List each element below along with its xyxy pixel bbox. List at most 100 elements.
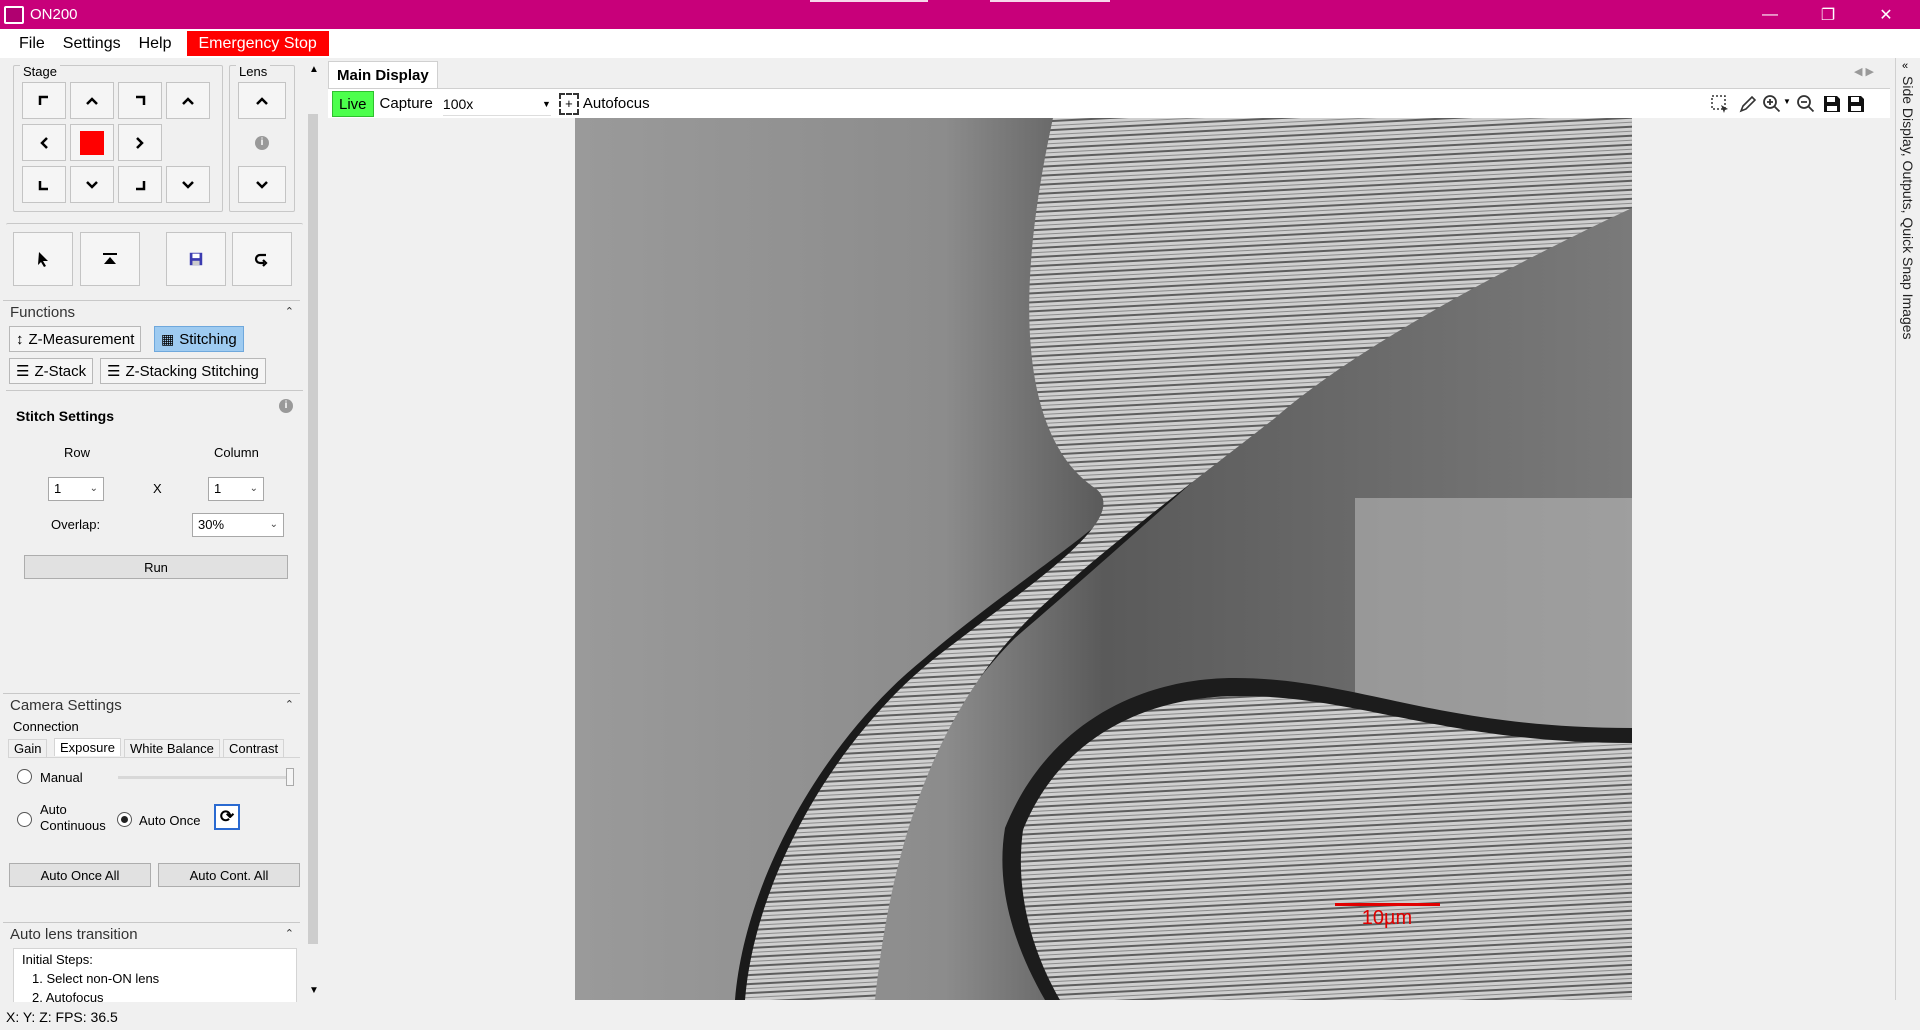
camera-settings-header[interactable]: Camera Settings ⌃ (3, 693, 300, 717)
pencil-icon[interactable] (1738, 94, 1758, 114)
z-measurement-button[interactable]: ↕ Z-Measurement (9, 326, 142, 352)
lens-up-button[interactable] (238, 82, 286, 119)
dropdown-arrow-icon[interactable]: ▼ (1783, 97, 1791, 106)
tab-scroll-arrows-icon[interactable]: ◀ ▶ (1854, 65, 1874, 78)
column-label: Column (214, 445, 259, 460)
row-select[interactable]: 1 ⌄ (48, 477, 104, 501)
overlap-label: Overlap: (51, 517, 101, 532)
chevron-down-icon (86, 180, 98, 189)
scale-bar-line (1335, 903, 1440, 906)
side-display-panel[interactable]: « Side Display, Outputs, Quick Snap Imag… (1895, 58, 1917, 1000)
stage-up-left-button[interactable] (22, 82, 66, 119)
zoom-out-icon[interactable] (1796, 94, 1816, 114)
step-item: 1. Select non-ON lens (32, 971, 160, 986)
return-button[interactable] (232, 232, 292, 286)
stage-down-button[interactable] (70, 166, 114, 203)
tab-white-balance[interactable]: White Balance (124, 739, 220, 757)
restore-button[interactable]: ❐ (1800, 0, 1856, 29)
move-to-top-button[interactable] (80, 232, 140, 286)
stage-down-right-button[interactable] (118, 166, 162, 203)
magnification-select[interactable]: 100x ▼ (442, 92, 551, 116)
lens-label: Lens (236, 64, 271, 79)
tab-main-display[interactable]: Main Display (328, 61, 438, 88)
side-display-label[interactable]: Side Display, Outputs, Quick Snap Images (1898, 76, 1916, 340)
zoom-in-icon[interactable] (1762, 94, 1782, 114)
manual-radio[interactable] (17, 769, 32, 784)
z-measurement-label: Z-Measurement (28, 330, 135, 348)
minimize-button[interactable]: — (1742, 0, 1798, 29)
select-tool-button[interactable] (13, 232, 73, 286)
return-arrow-icon (254, 253, 268, 267)
tab-contrast[interactable]: Contrast (223, 739, 285, 757)
collapse-icon: ⌃ (284, 306, 294, 318)
initial-steps-label: Initial Steps: (22, 952, 93, 967)
stage-right-button[interactable] (118, 124, 162, 161)
title-bar: ON200 — ❐ ✕ (0, 0, 1920, 29)
select-region-icon[interactable] (1710, 94, 1730, 114)
status-bar: X: Y: Z: FPS: 36.5 (0, 1004, 1920, 1030)
run-button[interactable]: Run (24, 555, 288, 579)
chevron-left-icon (40, 136, 48, 149)
exposure-slider-handle[interactable] (286, 768, 294, 786)
auto-once-radio[interactable] (117, 812, 132, 827)
save-icon[interactable] (1822, 94, 1842, 114)
chevron-down-icon (182, 180, 194, 189)
capture-button[interactable]: Capture (380, 95, 433, 112)
chevron-down-icon: ⌄ (89, 483, 98, 494)
stage-up-button[interactable] (70, 82, 114, 119)
stage-z-down-button[interactable] (166, 166, 210, 203)
exposure-slider[interactable] (118, 776, 294, 779)
close-button[interactable]: ✕ (1858, 0, 1914, 29)
tab-connection[interactable]: Connection (8, 718, 84, 735)
tab-exposure[interactable]: Exposure (54, 738, 121, 756)
stage-z-up-button[interactable] (166, 82, 210, 119)
specimen-view: 10µm (575, 118, 1632, 1000)
stage-stop-button[interactable] (70, 124, 114, 161)
scroll-down-icon[interactable]: ▼ (309, 985, 319, 996)
emergency-stop-button[interactable]: Emergency Stop (186, 31, 329, 56)
auto-once-all-button[interactable]: Auto Once All (9, 863, 151, 887)
stage-up-right-button[interactable] (118, 82, 162, 119)
lens-down-button[interactable] (238, 166, 286, 203)
panel-scrollbar[interactable]: ▲ ▼ (305, 60, 321, 1002)
chevron-up-icon (182, 96, 194, 105)
auto-continuous-label-line1: Auto (40, 802, 67, 817)
info-icon[interactable]: i (279, 399, 293, 413)
stop-icon (80, 130, 104, 155)
row-label: Row (64, 445, 91, 460)
auto-lens-header[interactable]: Auto lens transition ⌃ (3, 922, 300, 946)
display-toolbar: Live Capture 100x ▼ + Autofocus ▼ (328, 88, 1890, 118)
expand-left-icon[interactable]: « (1902, 60, 1908, 72)
vertical-arrows-icon: ↕ (16, 330, 24, 348)
z-stack-button[interactable]: ☰ Z-Stack (9, 358, 94, 384)
column-select[interactable]: 1 ⌄ (208, 477, 264, 501)
live-button[interactable]: Live (332, 90, 374, 117)
overlap-select[interactable]: 30% ⌄ (192, 513, 284, 537)
scroll-up-icon[interactable]: ▲ (309, 64, 319, 75)
autofocus-icon[interactable]: + (558, 92, 579, 115)
auto-cont-all-button[interactable]: Auto Cont. All (158, 863, 300, 887)
stage-down-left-button[interactable] (22, 166, 66, 203)
menu-file[interactable]: File (10, 29, 54, 58)
menu-settings[interactable]: Settings (54, 29, 130, 58)
auto-continuous-radio[interactable] (17, 812, 32, 827)
z-stacking-stitching-button[interactable]: ☰ Z-Stacking Stitching (100, 358, 266, 384)
auto-continuous-label-line2: Continuous (40, 818, 106, 833)
save-position-button[interactable] (166, 232, 226, 286)
main-display: Main Display ◀ ▶ Live Capture 100x ▼ + Au… (322, 58, 1892, 1000)
info-icon[interactable]: i (255, 136, 269, 150)
save-all-icon[interactable] (1846, 94, 1866, 114)
tab-gain[interactable]: Gain (8, 739, 48, 757)
scrollbar-thumb[interactable] (308, 114, 318, 944)
microscope-image[interactable]: 10µm (575, 118, 1632, 1000)
autofocus-label[interactable]: Autofocus (583, 95, 650, 112)
image-viewport[interactable]: 10µm (328, 118, 1890, 1000)
refresh-icon[interactable]: ⟳ (214, 804, 240, 830)
auto-once-label: Auto Once (139, 813, 201, 828)
stage-left-button[interactable] (22, 124, 66, 161)
functions-header[interactable]: Functions ⌃ (3, 300, 300, 324)
menu-help[interactable]: Help (130, 29, 181, 58)
cursor-icon (38, 252, 48, 267)
stitching-button[interactable]: ▦ Stitching (154, 326, 244, 352)
chevron-down-icon: ⌄ (269, 519, 278, 530)
